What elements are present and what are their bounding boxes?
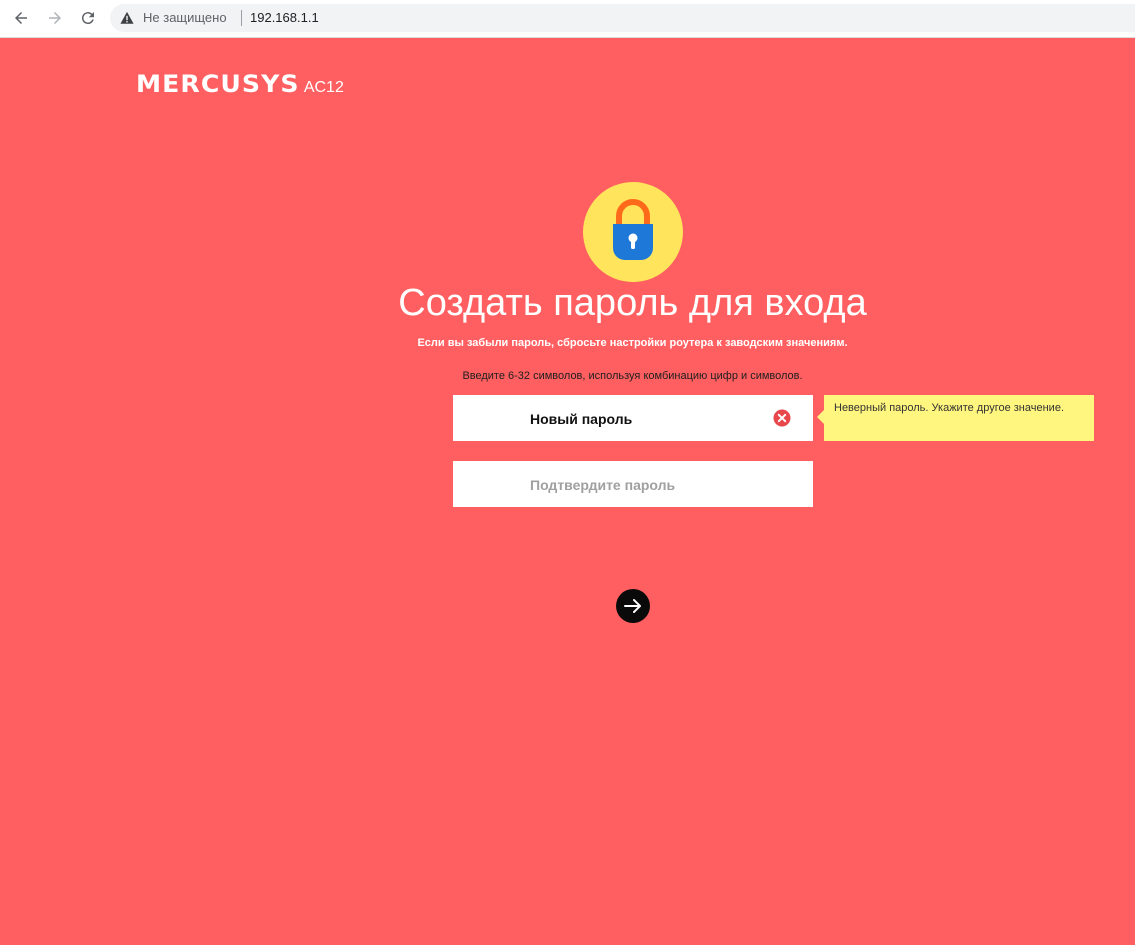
brand-logo: MERCUSYS <box>136 70 300 98</box>
error-tooltip: Неверный пароль. Укажите другое значение… <box>824 395 1094 441</box>
reload-button[interactable] <box>76 6 100 30</box>
forward-button[interactable] <box>43 6 67 30</box>
security-label[interactable]: Не защищено <box>143 10 227 26</box>
url-text[interactable]: 192.168.1.1 <box>250 10 319 26</box>
page-title: Создать пароль для входа <box>398 282 867 324</box>
new-password-label: Новый пароль <box>530 411 633 427</box>
reload-icon <box>81 12 94 25</box>
next-button[interactable] <box>616 589 650 623</box>
confirm-password-label: Подтвердите пароль <box>530 477 676 493</box>
error-clear-icon[interactable] <box>773 409 791 427</box>
new-password-input[interactable] <box>453 395 813 441</box>
reset-note: Если вы забыли пароль, сбросьте настройк… <box>417 337 848 349</box>
back-arrow-icon <box>15 12 27 24</box>
password-hint: Введите 6-32 символов, используя комбина… <box>462 370 803 382</box>
tooltip-arrow <box>817 410 824 424</box>
browser-toolbar: Не защищено 192.168.1.1 <box>0 0 1135 38</box>
lock-icon <box>613 199 653 260</box>
address-separator <box>241 10 242 26</box>
lock-badge <box>583 182 683 282</box>
address-bar[interactable]: Не защищено 192.168.1.1 <box>110 4 1135 32</box>
brand-header: MERCUSYS AC12 <box>136 70 344 98</box>
forward-arrow-icon <box>49 12 61 24</box>
back-button[interactable] <box>9 6 33 30</box>
brand-model: AC12 <box>303 79 344 96</box>
arrow-right-icon <box>624 599 641 613</box>
warning-icon <box>120 11 134 24</box>
